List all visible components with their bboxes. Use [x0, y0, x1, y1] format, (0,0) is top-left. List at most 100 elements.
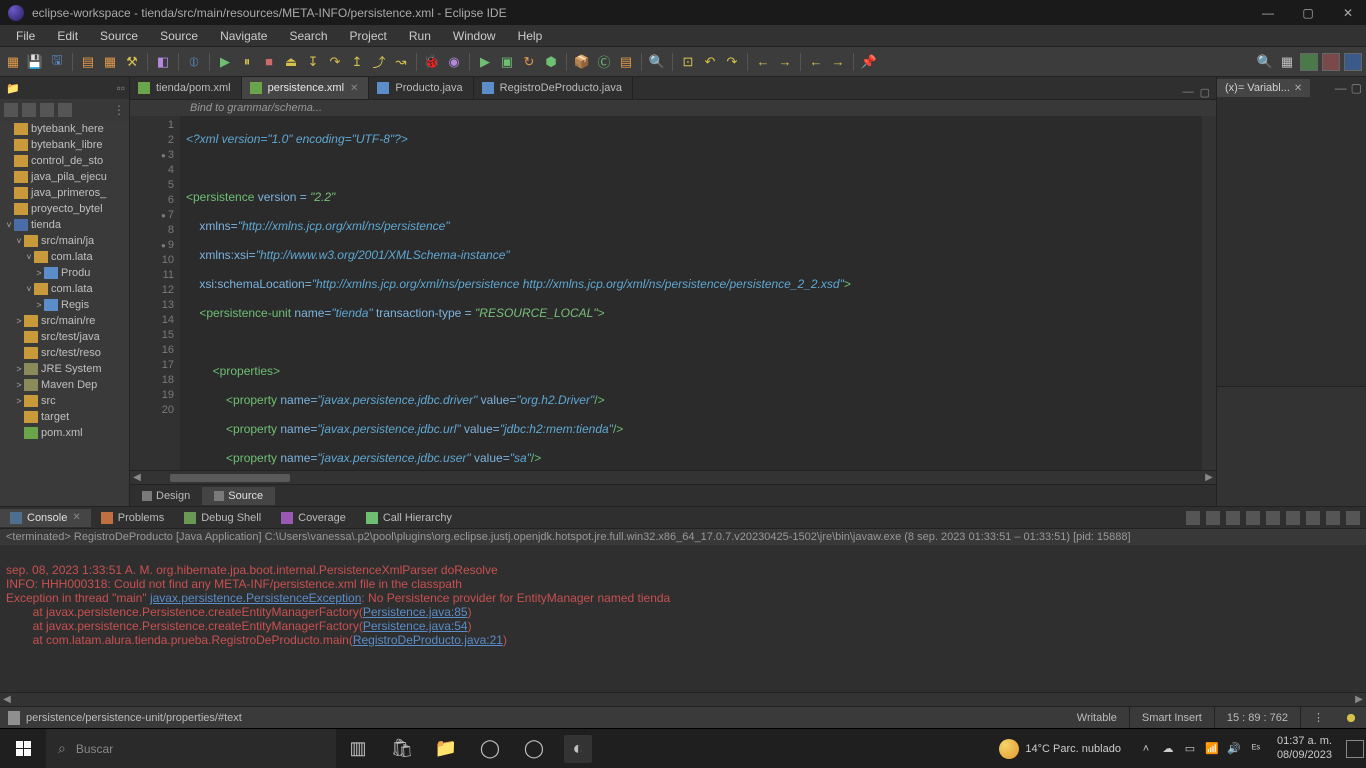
- tab-persistence-xml[interactable]: persistence.xml✕: [242, 77, 370, 99]
- back-icon[interactable]: ←: [754, 53, 772, 71]
- menu-edit[interactable]: Edit: [47, 27, 88, 45]
- remove-all-icon[interactable]: [1206, 511, 1220, 525]
- console-scroll-right-icon[interactable]: ▶: [1352, 694, 1366, 705]
- code-editor[interactable]: <?xml version="1.0" encoding="UTF-8"?> <…: [180, 116, 1202, 470]
- tree-item[interactable]: target: [0, 409, 129, 425]
- new-package-icon[interactable]: 📦: [573, 53, 591, 71]
- design-tab[interactable]: Design: [130, 487, 202, 505]
- external-tools-icon[interactable]: ⬢: [542, 53, 560, 71]
- last-edit-icon[interactable]: ←: [807, 53, 825, 71]
- tree-item[interactable]: >Produ: [0, 265, 129, 281]
- tree-item[interactable]: >src/main/re: [0, 313, 129, 329]
- tree-item[interactable]: >Maven Dep: [0, 377, 129, 393]
- taskbar-search[interactable]: ⌕ Buscar: [46, 729, 336, 768]
- debug-shell-tab[interactable]: Debug Shell: [174, 509, 271, 527]
- menu-file[interactable]: File: [6, 27, 45, 45]
- maximize-vars-icon[interactable]: ▢: [1351, 81, 1362, 95]
- quick-access-icon[interactable]: 🔍: [1256, 53, 1274, 71]
- project-tree[interactable]: bytebank_herebytebank_librecontrol_de_st…: [0, 121, 129, 506]
- new-project-icon[interactable]: ▦: [101, 53, 119, 71]
- resume-icon[interactable]: ▶: [216, 53, 234, 71]
- skip-breakpoints-icon[interactable]: ⦶: [185, 53, 203, 71]
- toggle-mark-icon[interactable]: ⊡: [679, 53, 697, 71]
- tree-item[interactable]: >JRE System: [0, 361, 129, 377]
- new-icon[interactable]: ▦: [4, 53, 22, 71]
- action-center-icon[interactable]: [1346, 740, 1364, 758]
- ms-store-icon[interactable]: 🛍: [388, 735, 416, 763]
- taskbar-clock[interactable]: 01:37 a. m. 08/09/2023: [1277, 735, 1332, 761]
- build-icon[interactable]: ⚒: [123, 53, 141, 71]
- scroll-right-icon[interactable]: ▶: [1202, 472, 1216, 483]
- tree-item[interactable]: src/test/reso: [0, 345, 129, 361]
- drop-frame-icon[interactable]: ⤴: [370, 53, 388, 71]
- wifi-icon[interactable]: 📶: [1205, 742, 1219, 755]
- tree-item[interactable]: src/test/java: [0, 329, 129, 345]
- editor-hscrollbar[interactable]: ◀ ▶: [130, 470, 1216, 484]
- console-hscrollbar[interactable]: ◀ ▶: [0, 692, 1366, 706]
- tab-producto-java[interactable]: Producto.java: [369, 77, 473, 99]
- tree-item[interactable]: ˅com.lata: [0, 281, 129, 297]
- overview-ruler[interactable]: [1202, 116, 1216, 470]
- step-filters-icon[interactable]: ↝: [392, 53, 410, 71]
- explorer-tab-menu-icon[interactable]: ▫▫: [116, 81, 129, 95]
- status-menu[interactable]: ⋮: [1301, 707, 1336, 728]
- forward-icon[interactable]: →: [776, 53, 794, 71]
- menu-source-2[interactable]: Source: [150, 27, 208, 45]
- scroll-thumb[interactable]: [170, 474, 290, 482]
- menu-run[interactable]: Run: [399, 27, 441, 45]
- tree-item[interactable]: bytebank_libre: [0, 137, 129, 153]
- save-icon[interactable]: 💾: [26, 53, 44, 71]
- language-icon[interactable]: ᴱˢ: [1249, 743, 1263, 755]
- console-scroll-left-icon[interactable]: ◀: [0, 694, 14, 705]
- tree-item[interactable]: >Regis: [0, 297, 129, 313]
- tree-item[interactable]: bytebank_here: [0, 121, 129, 137]
- save-all-icon[interactable]: 🖫: [48, 53, 66, 71]
- maximize-view-icon[interactable]: ▢: [1200, 86, 1210, 99]
- run-last-icon[interactable]: ↻: [520, 53, 538, 71]
- chrome-2-icon[interactable]: ◯: [520, 735, 548, 763]
- open-type-icon[interactable]: ▤: [79, 53, 97, 71]
- next-edit-icon[interactable]: →: [829, 53, 847, 71]
- minimize-button[interactable]: —: [1258, 6, 1278, 20]
- step-over-icon[interactable]: ↷: [326, 53, 344, 71]
- pin-editor-icon[interactable]: 📌: [860, 53, 878, 71]
- explorer-tab[interactable]: 📁: [0, 80, 26, 97]
- start-button[interactable]: [0, 729, 46, 768]
- debug-perspective-button[interactable]: [1322, 53, 1340, 71]
- profile-icon[interactable]: ◉: [445, 53, 463, 71]
- tree-item[interactable]: java_primeros_: [0, 185, 129, 201]
- view-menu-icon[interactable]: [58, 103, 72, 117]
- step-return-icon[interactable]: ↥: [348, 53, 366, 71]
- minimize-view-icon[interactable]: —: [1183, 86, 1194, 99]
- tree-item[interactable]: java_pila_ejecu: [0, 169, 129, 185]
- menu-window[interactable]: Window: [443, 27, 506, 45]
- tip-bulb-icon[interactable]: [1344, 711, 1358, 725]
- chrome-icon[interactable]: ◯: [476, 735, 504, 763]
- close-button[interactable]: ✕: [1338, 6, 1358, 20]
- menu-help[interactable]: Help: [508, 27, 553, 45]
- debug-icon[interactable]: 🐞: [423, 53, 441, 71]
- collapse-all-icon[interactable]: [4, 103, 18, 117]
- onedrive-icon[interactable]: ☁: [1161, 742, 1175, 755]
- weather-widget[interactable]: 14°C Parc. nublado: [999, 739, 1121, 759]
- open-type-2-icon[interactable]: ▤: [617, 53, 635, 71]
- problems-tab[interactable]: Problems: [91, 509, 174, 527]
- run-icon[interactable]: ▶: [476, 53, 494, 71]
- clear-console-icon[interactable]: [1226, 511, 1240, 525]
- terminate-icon[interactable]: ■: [260, 53, 278, 71]
- display-console-icon[interactable]: [1286, 511, 1300, 525]
- step-into-icon[interactable]: ↧: [304, 53, 322, 71]
- disconnect-icon[interactable]: ⏏: [282, 53, 300, 71]
- tree-item[interactable]: ˅tienda: [0, 217, 129, 233]
- link-editor-icon[interactable]: [22, 103, 36, 117]
- new-class-icon[interactable]: Ⓒ: [595, 53, 613, 71]
- maximize-console-icon[interactable]: [1346, 511, 1360, 525]
- java-perspective-button[interactable]: [1300, 53, 1318, 71]
- pin-console-icon[interactable]: [1266, 511, 1280, 525]
- tree-item[interactable]: ˅src/main/ja: [0, 233, 129, 249]
- close-variables-icon[interactable]: ✕: [1294, 83, 1302, 94]
- explorer-menu-icon[interactable]: ⋮: [113, 103, 125, 117]
- console-output[interactable]: sep. 08, 2023 1:33:51 A. M. org.hibernat…: [0, 545, 1366, 692]
- tab-pom-xml[interactable]: tienda/pom.xml: [130, 77, 242, 99]
- battery-icon[interactable]: ▭: [1183, 742, 1197, 755]
